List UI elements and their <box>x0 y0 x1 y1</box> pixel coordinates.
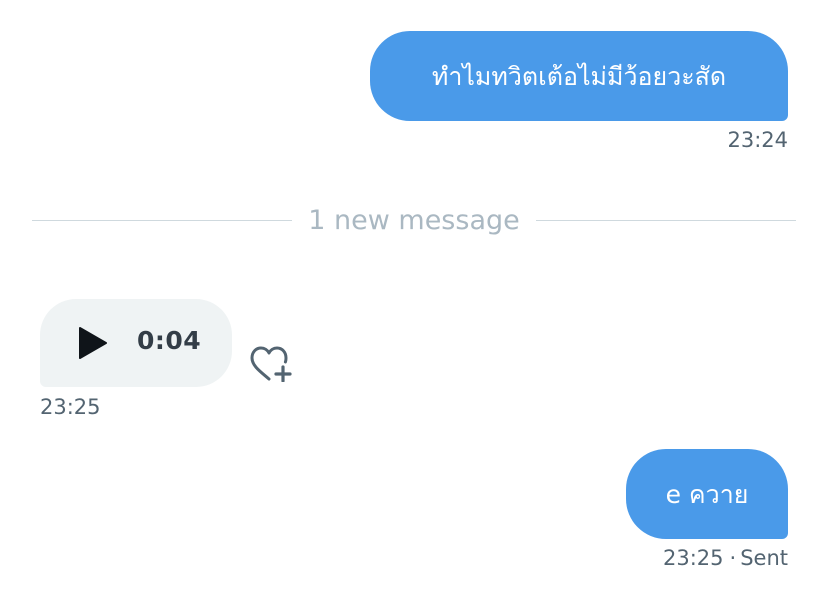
message-meta: 23:25 · Sent <box>663 548 788 569</box>
message-text: ทำไมทวิตเต้อไม่มีว้อยวะสัด <box>431 61 727 91</box>
message-outgoing-1[interactable]: ทำไมทวิตเต้อไม่มีว้อยวะสัด <box>370 31 788 121</box>
voice-timestamp: 23:25 <box>40 397 101 418</box>
heart-plus-icon[interactable] <box>249 346 295 382</box>
divider-line-left <box>32 219 293 221</box>
timestamp: 23:25 <box>40 395 101 419</box>
message-timestamp: 23:24 <box>727 130 788 151</box>
separator-dot: · <box>729 546 737 570</box>
voice-duration: 0:04 <box>137 326 202 355</box>
sent-status: Sent <box>740 546 788 570</box>
message-text: e ควาย <box>665 479 749 509</box>
timestamp: 23:25 <box>662 546 724 570</box>
message-outgoing-2[interactable]: e ควาย <box>626 449 788 539</box>
timestamp: 23:24 <box>727 128 788 152</box>
divider-line-right <box>535 219 796 221</box>
voice-message: 0:04 <box>40 299 232 387</box>
play-icon[interactable] <box>77 327 109 359</box>
new-message-divider: 1 new message <box>32 201 796 239</box>
divider-label: 1 new message <box>308 204 520 236</box>
